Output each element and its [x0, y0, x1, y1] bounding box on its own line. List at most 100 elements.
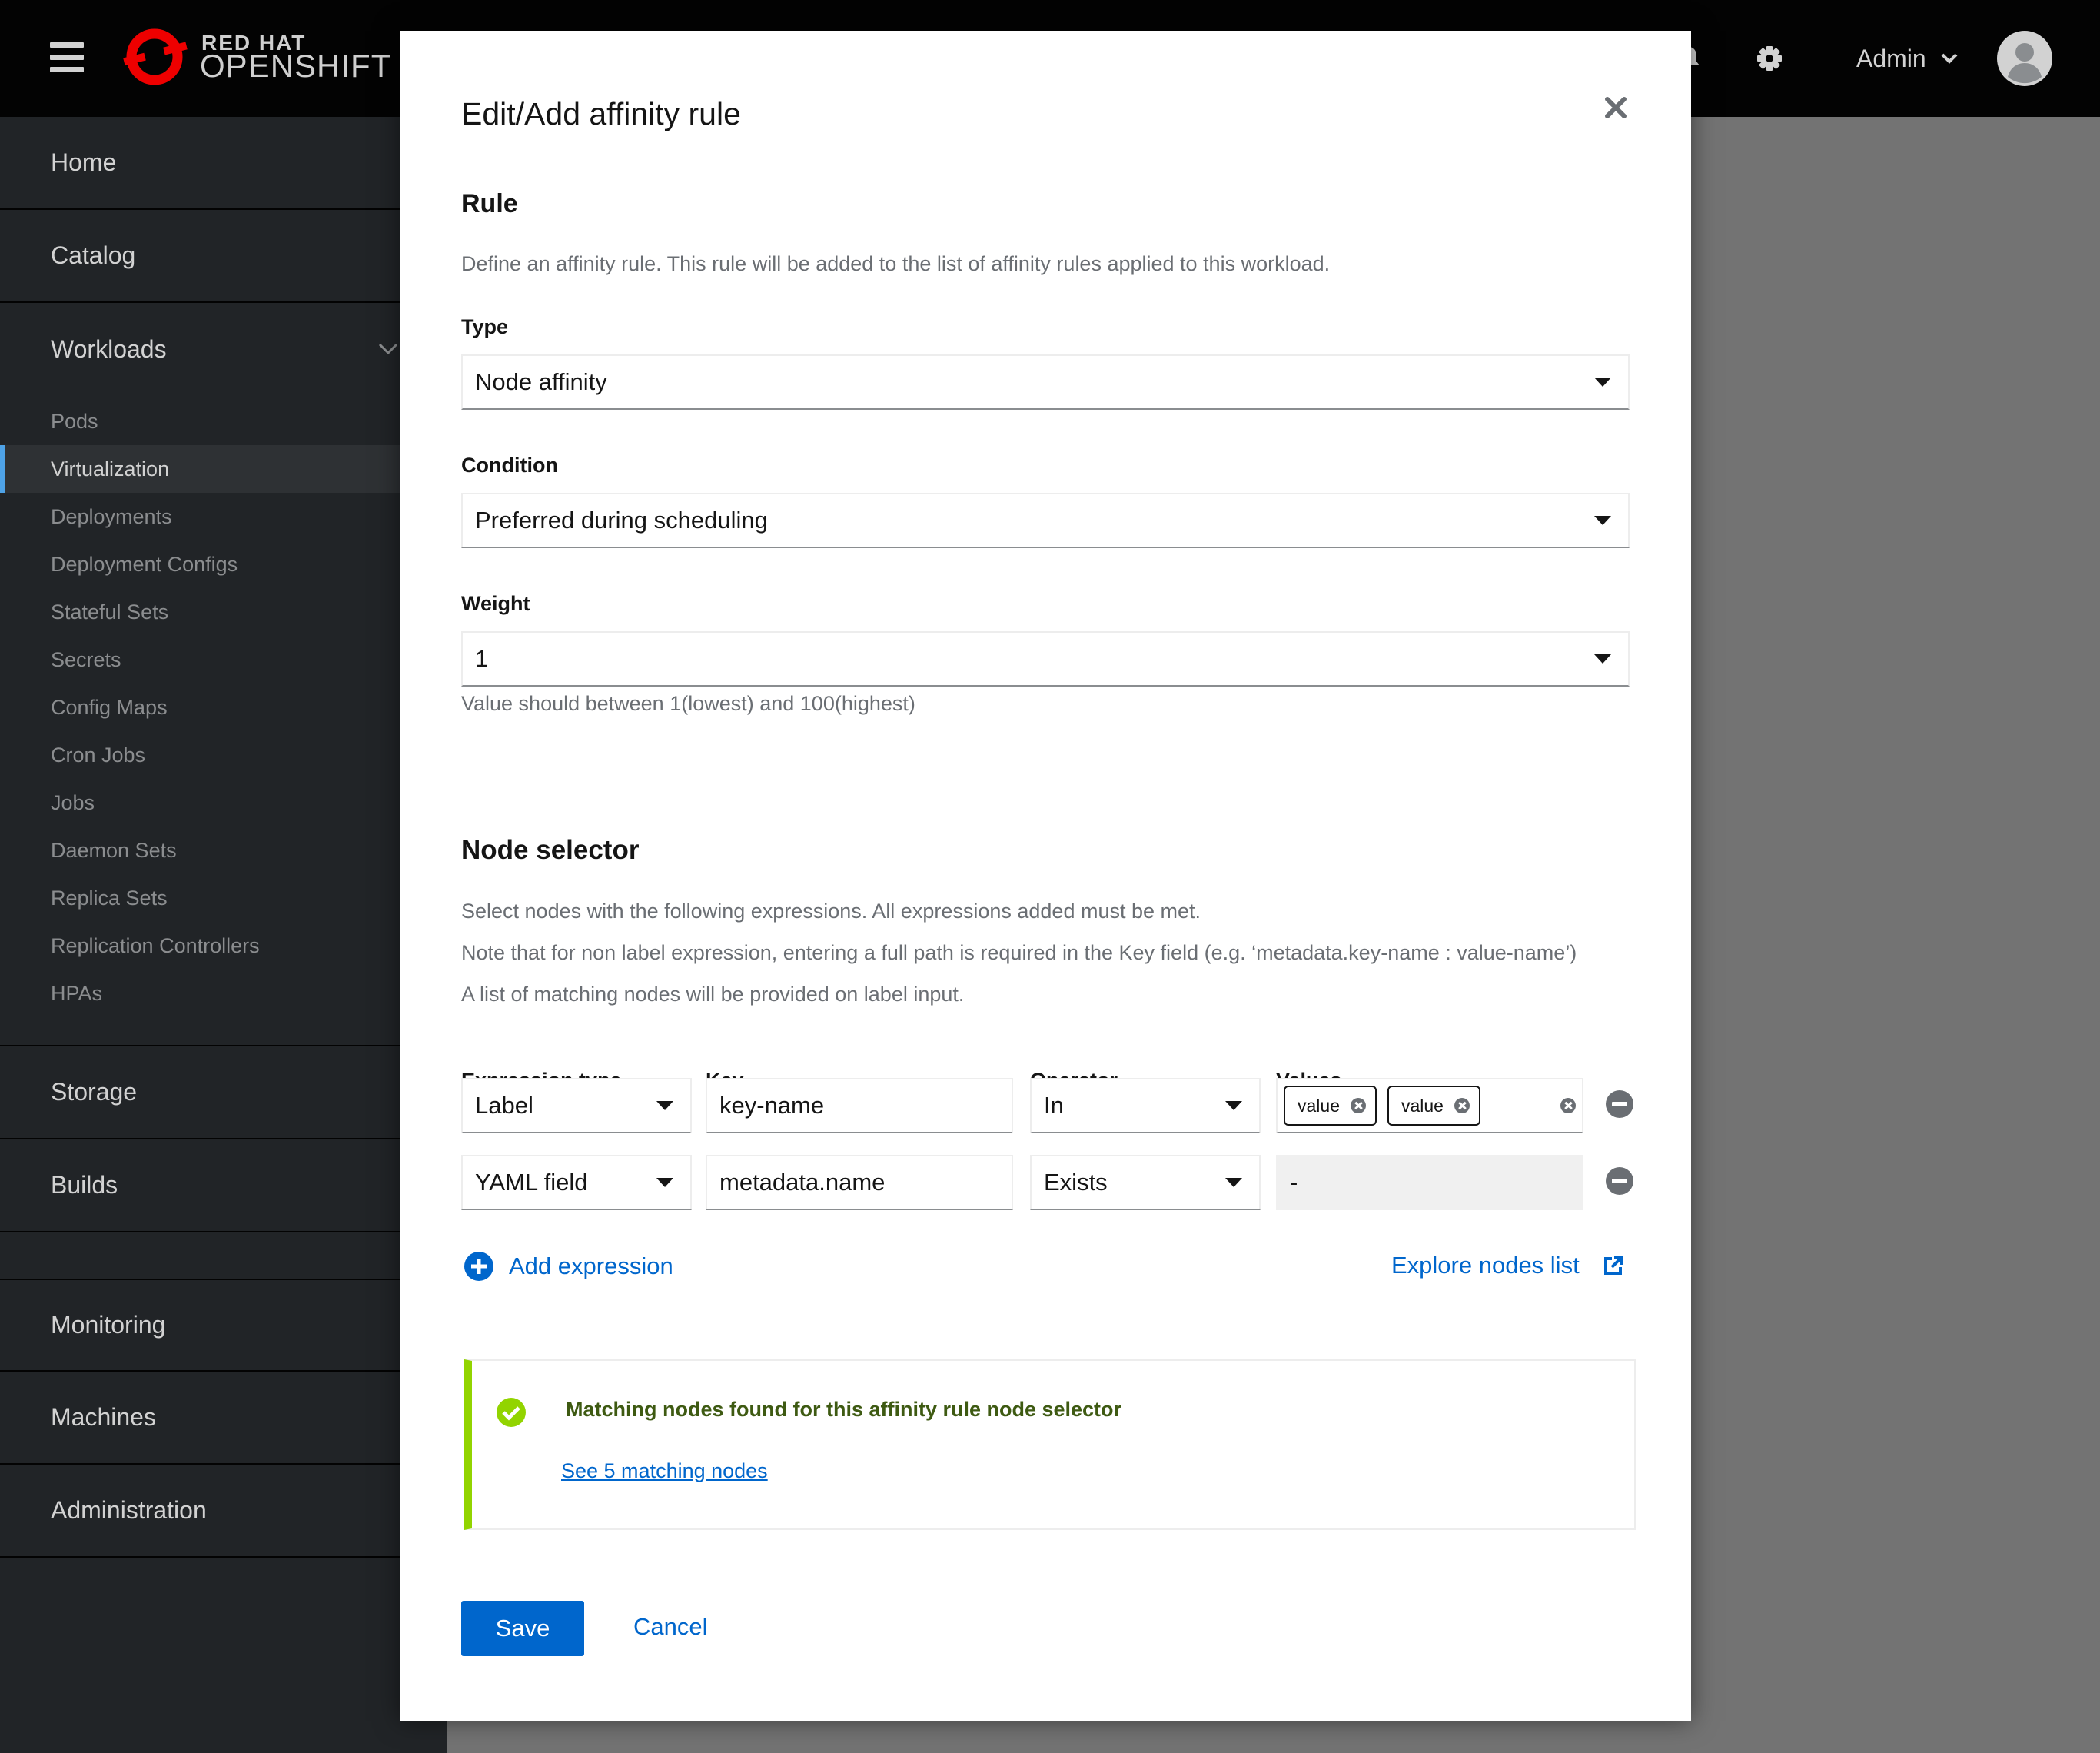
values-chip-input[interactable]: value value: [1276, 1078, 1583, 1133]
sidebar-item-virtualization[interactable]: Virtualization: [0, 445, 400, 493]
sidebar-item-deployment-configs[interactable]: Deployment Configs: [0, 541, 400, 588]
sidebar: Home Catalog Workloads Pods Virtualizati…: [0, 117, 400, 1753]
nav-label: Home: [51, 148, 117, 176]
external-link-icon: [1603, 1256, 1623, 1275]
nav-workloads[interactable]: Workloads: [0, 303, 400, 396]
add-expression-button[interactable]: Add expression: [464, 1252, 673, 1281]
type-select-value: Node affinity: [475, 368, 607, 395]
value-chip: value: [1284, 1086, 1377, 1126]
chip-label: value: [1401, 1095, 1444, 1116]
user-label: Admin: [1856, 44, 1926, 72]
caret-down-icon: [1594, 516, 1611, 525]
operator-select[interactable]: In: [1030, 1078, 1261, 1133]
save-button[interactable]: Save: [461, 1601, 584, 1656]
caret-down-icon: [656, 1178, 673, 1187]
sidebar-item-label: Jobs: [51, 790, 95, 814]
remove-expression-icon[interactable]: [1606, 1090, 1633, 1118]
expression-type-value: YAML field: [475, 1169, 588, 1196]
brand-big-text: OPENSHIFT: [200, 48, 392, 84]
see-matching-nodes-link[interactable]: See 5 matching nodes: [561, 1459, 768, 1483]
expression-type-select[interactable]: YAML field: [461, 1155, 692, 1210]
operator-value: Exists: [1044, 1169, 1108, 1196]
explore-nodes-label: Explore nodes list: [1391, 1252, 1580, 1279]
condition-select[interactable]: Preferred during scheduling: [461, 493, 1630, 548]
operator-select[interactable]: Exists: [1030, 1155, 1261, 1210]
expression-type-select[interactable]: Label: [461, 1078, 692, 1133]
key-input[interactable]: key-name: [706, 1078, 1013, 1133]
sidebar-item-hpas[interactable]: HPAs: [0, 970, 400, 1017]
gear-icon[interactable]: [1756, 0, 1783, 117]
operator-value: In: [1044, 1092, 1064, 1119]
nav-storage[interactable]: Storage: [0, 1046, 400, 1139]
weight-select-value: 1: [475, 645, 489, 672]
cancel-button[interactable]: Cancel: [633, 1613, 708, 1641]
key-input-value: key-name: [719, 1092, 825, 1119]
sidebar-item-cron-jobs[interactable]: Cron Jobs: [0, 731, 400, 779]
clear-values-icon[interactable]: [1560, 1098, 1576, 1113]
sidebar-item-label: Replica Sets: [51, 886, 168, 910]
sidebar-item-label: HPAs: [51, 981, 103, 1005]
sidebar-item-replication-controllers[interactable]: Replication Controllers: [0, 922, 400, 970]
openshift-logo-icon: [123, 28, 188, 85]
sidebar-item-deployments[interactable]: Deployments: [0, 493, 400, 541]
caret-down-icon: [1225, 1101, 1242, 1110]
values-placeholder: -: [1290, 1169, 1298, 1196]
expression-type-value: Label: [475, 1092, 533, 1119]
sidebar-item-label: Replication Controllers: [51, 933, 260, 957]
caret-down-icon: [1225, 1178, 1242, 1187]
alert-title: Matching nodes found for this affinity r…: [566, 1398, 1122, 1421]
chip-remove-icon[interactable]: [1350, 1098, 1366, 1113]
remove-expression-icon[interactable]: [1606, 1167, 1633, 1195]
sidebar-item-config-maps[interactable]: Config Maps: [0, 684, 400, 731]
nav-label: Storage: [51, 1078, 138, 1106]
key-input[interactable]: metadata.name: [706, 1155, 1013, 1210]
nav-catalog[interactable]: Catalog: [0, 210, 400, 303]
sidebar-item-stateful-sets[interactable]: Stateful Sets: [0, 588, 400, 636]
sidebar-item-label: Cron Jobs: [51, 743, 146, 767]
value-chip: value: [1387, 1086, 1480, 1126]
nav-home[interactable]: Home: [0, 117, 400, 210]
close-icon[interactable]: [1600, 92, 1631, 123]
condition-select-value: Preferred during scheduling: [475, 507, 768, 534]
sidebar-item-daemon-sets[interactable]: Daemon Sets: [0, 827, 400, 874]
hamburger-menu-icon[interactable]: [50, 42, 84, 73]
key-input-value: metadata.name: [719, 1169, 886, 1196]
chip-remove-icon[interactable]: [1454, 1098, 1470, 1113]
success-alert: Matching nodes found for this affinity r…: [464, 1359, 1636, 1530]
avatar[interactable]: [1997, 0, 2052, 117]
nav-machines[interactable]: Machines: [0, 1372, 400, 1465]
nav-administration[interactable]: Administration: [0, 1465, 400, 1558]
caret-down-icon: [1594, 378, 1611, 387]
sidebar-item-label: Secrets: [51, 647, 121, 671]
sidebar-item-jobs[interactable]: Jobs: [0, 779, 400, 827]
sidebar-item-label: Deployments: [51, 504, 172, 528]
nav-label: Administration: [51, 1496, 207, 1524]
affinity-rule-modal: Edit/Add affinity rule Rule Define an af…: [400, 31, 1691, 1721]
weight-helper-text: Value should between 1(lowest) and 100(h…: [461, 692, 915, 715]
sidebar-item-replica-sets[interactable]: Replica Sets: [0, 874, 400, 922]
weight-select[interactable]: 1: [461, 631, 1630, 687]
workloads-submenu: Pods Virtualization Deployments Deployme…: [0, 396, 400, 1046]
node-selector-desc-3: A list of matching nodes will be provide…: [461, 983, 965, 1006]
condition-label: Condition: [461, 454, 558, 477]
caret-down-icon: [1594, 654, 1611, 664]
sidebar-item-secrets[interactable]: Secrets: [0, 636, 400, 684]
chevron-down-icon: [1941, 53, 1958, 64]
explore-nodes-link[interactable]: Explore nodes list: [1391, 1252, 1624, 1279]
sidebar-item-label: Pods: [51, 409, 98, 433]
nav-monitoring[interactable]: Monitoring: [0, 1279, 400, 1372]
nav-label: Catalog: [51, 241, 136, 269]
nav-label: Monitoring: [51, 1311, 166, 1339]
modal-title: Edit/Add affinity rule: [461, 96, 741, 131]
node-selector-heading: Node selector: [461, 835, 640, 865]
sidebar-item-label: Stateful Sets: [51, 600, 169, 624]
sidebar-item-label: Daemon Sets: [51, 838, 177, 862]
type-select[interactable]: Node affinity: [461, 354, 1630, 410]
user-dropdown[interactable]: Admin: [1856, 0, 1959, 117]
sidebar-item-pods[interactable]: Pods: [0, 398, 400, 445]
nav-builds[interactable]: Builds: [0, 1139, 400, 1232]
sidebar-bottom-strip: [400, 1721, 447, 1753]
plus-circle-icon: [464, 1252, 493, 1281]
caret-down-icon: [656, 1101, 673, 1110]
